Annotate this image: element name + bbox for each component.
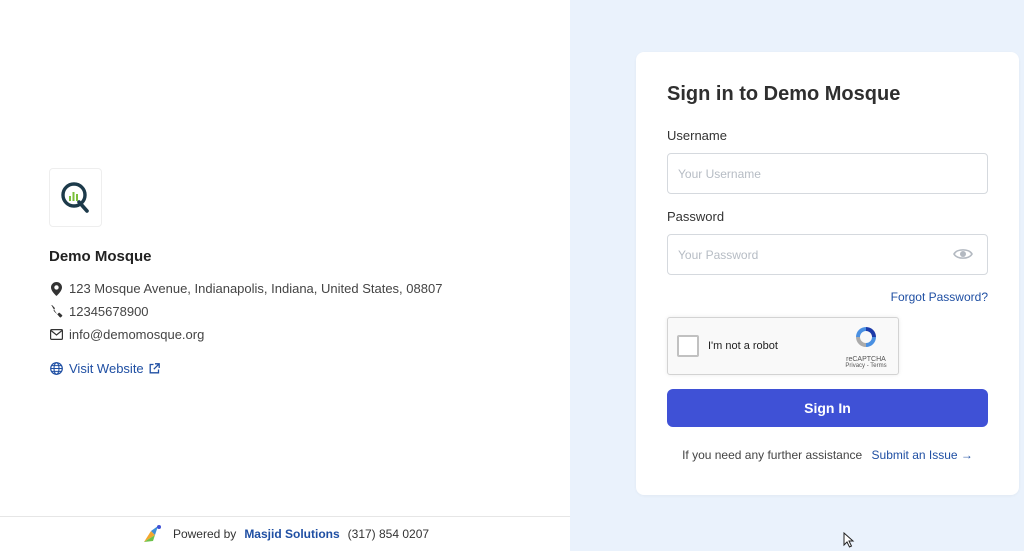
phone-icon (49, 305, 63, 319)
powered-by-text: Powered by (172, 527, 237, 541)
page-title: Sign in to Demo Mosque (667, 83, 901, 105)
mouse-cursor-icon (843, 531, 855, 548)
recaptcha-icon (856, 327, 876, 347)
map-marker-icon (49, 281, 63, 296)
recaptcha-brand-text: reCAPTCHA (846, 356, 886, 363)
recaptcha-label: I'm not a robot (708, 340, 778, 352)
masjid-solutions-icon (141, 523, 163, 545)
recaptcha-widget: I'm not a robot reCAPTCHA Privacy - Term… (667, 317, 899, 375)
recaptcha-branding: reCAPTCHA Privacy - Terms (840, 324, 892, 369)
recaptcha-links[interactable]: Privacy - Terms (840, 363, 892, 369)
mosque-logo (49, 168, 102, 227)
login-card: Sign in to Demo Mosque Username Password… (636, 52, 1019, 495)
submit-issue-link[interactable]: Submit an Issue → (872, 448, 973, 462)
envelope-icon (49, 328, 63, 342)
username-label: Username (667, 128, 727, 143)
sign-in-button[interactable]: Sign In (667, 389, 988, 427)
phone-text: 12345678900 (69, 304, 149, 319)
eye-icon[interactable] (952, 244, 974, 264)
visit-website-label: Visit Website (69, 361, 144, 376)
password-label: Password (667, 209, 725, 224)
email-text: info@demomosque.org (69, 327, 205, 342)
assistance-row: If you need any further assistance Submi… (636, 448, 1019, 462)
footer: Powered by Masjid Solutions (317) 854 02… (0, 516, 570, 551)
visit-website-link[interactable]: Visit Website (49, 361, 160, 376)
recaptcha-checkbox[interactable] (677, 335, 699, 357)
address-row: 123 Mosque Avenue, Indianapolis, Indiana… (49, 281, 442, 296)
forgot-password-link[interactable]: Forgot Password? (891, 290, 988, 304)
phone-row: 12345678900 (49, 304, 149, 319)
organization-name: Demo Mosque (49, 248, 152, 265)
email-row: info@demomosque.org (49, 327, 204, 342)
password-input[interactable] (667, 234, 988, 275)
address-text: 123 Mosque Avenue, Indianapolis, Indiana… (69, 281, 443, 296)
username-input[interactable] (667, 153, 988, 194)
info-panel: Demo Mosque 123 Mosque Avenue, Indianapo… (0, 0, 570, 551)
masjid-solutions-link[interactable]: Masjid Solutions (244, 527, 339, 541)
external-link-icon (149, 363, 160, 374)
globe-icon (49, 362, 63, 376)
footer-phone: (317) 854 0207 (347, 527, 430, 541)
assistance-text: If you need any further assistance (682, 448, 863, 462)
